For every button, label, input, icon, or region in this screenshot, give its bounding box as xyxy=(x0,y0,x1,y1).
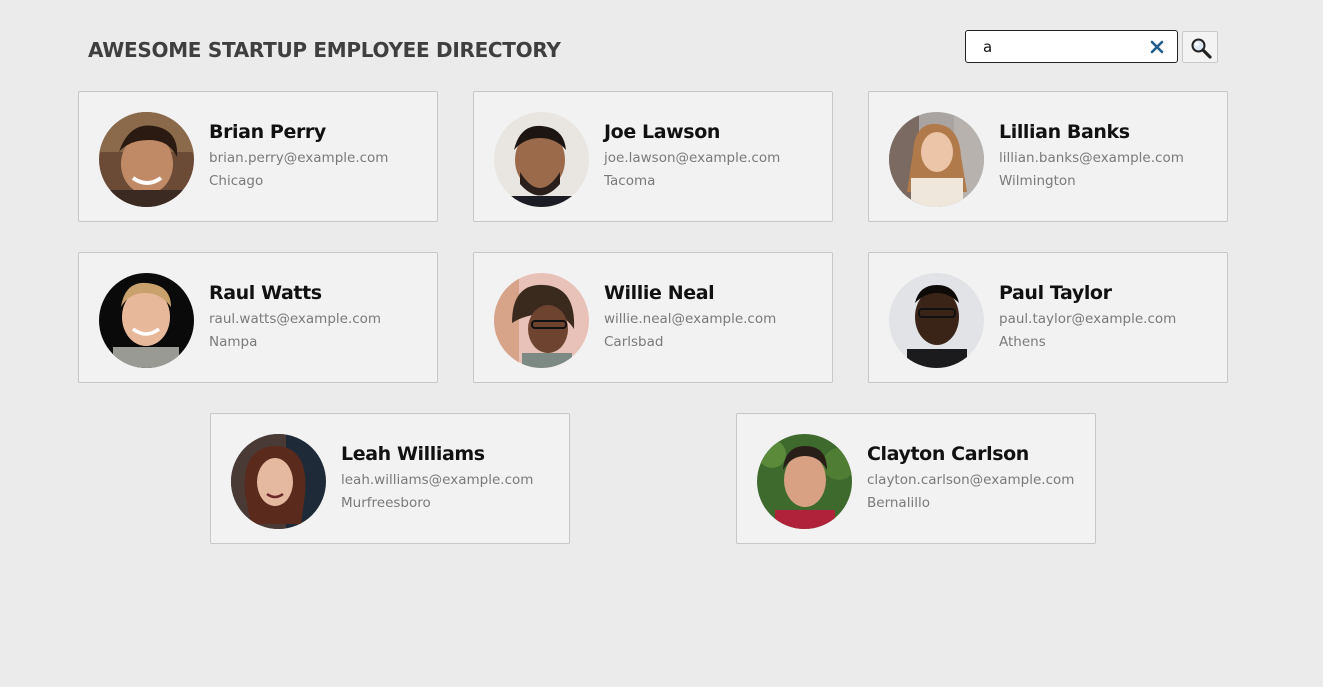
employee-card[interactable]: Lillian Banks lillian.banks@example.com … xyxy=(868,91,1228,222)
avatar xyxy=(231,434,326,529)
employee-name: Joe Lawson xyxy=(604,121,720,143)
employee-city: Carlsbad xyxy=(604,334,664,350)
employee-name: Paul Taylor xyxy=(999,282,1112,304)
employee-email: leah.williams@example.com xyxy=(341,472,534,488)
avatar xyxy=(494,273,589,368)
employee-city: Chicago xyxy=(209,173,264,189)
employee-card[interactable]: Raul Watts raul.watts@example.com Nampa xyxy=(78,252,438,383)
employee-email: willie.neal@example.com xyxy=(604,311,777,327)
employee-city: Tacoma xyxy=(604,173,656,189)
close-icon xyxy=(1150,40,1164,54)
employee-card[interactable]: Brian Perry brian.perry@example.com Chic… xyxy=(78,91,438,222)
employee-city: Wilmington xyxy=(999,173,1076,189)
employee-city: Nampa xyxy=(209,334,258,350)
avatar xyxy=(889,273,984,368)
employee-email: joe.lawson@example.com xyxy=(604,150,781,166)
search-button[interactable] xyxy=(1182,31,1218,63)
employee-email: paul.taylor@example.com xyxy=(999,311,1177,327)
employee-name: Willie Neal xyxy=(604,282,715,304)
search-box xyxy=(965,30,1178,63)
employee-card[interactable]: Joe Lawson joe.lawson@example.com Tacoma xyxy=(473,91,833,222)
employee-name: Leah Williams xyxy=(341,443,485,465)
avatar xyxy=(889,112,984,207)
employee-city: Murfreesboro xyxy=(341,495,431,511)
employee-name: Lillian Banks xyxy=(999,121,1130,143)
employee-email: raul.watts@example.com xyxy=(209,311,382,327)
search-input[interactable] xyxy=(966,31,1141,62)
avatar xyxy=(757,434,852,529)
page-title: AWESOME STARTUP EMPLOYEE DIRECTORY xyxy=(88,38,561,62)
employee-name: Clayton Carlson xyxy=(867,443,1029,465)
employee-card[interactable]: Leah Williams leah.williams@example.com … xyxy=(210,413,570,544)
employee-card[interactable]: Clayton Carlson clayton.carlson@example.… xyxy=(736,413,1096,544)
employee-city: Athens xyxy=(999,334,1046,350)
magnifier-icon xyxy=(1191,38,1212,59)
avatar xyxy=(494,112,589,207)
avatar xyxy=(99,273,194,368)
avatar xyxy=(99,112,194,207)
employee-card[interactable]: Paul Taylor paul.taylor@example.com Athe… xyxy=(868,252,1228,383)
employee-email: brian.perry@example.com xyxy=(209,150,389,166)
clear-search-button[interactable] xyxy=(1147,37,1167,57)
employee-email: clayton.carlson@example.com xyxy=(867,472,1075,488)
employee-email: lillian.banks@example.com xyxy=(999,150,1184,166)
employee-name: Raul Watts xyxy=(209,282,322,304)
employee-name: Brian Perry xyxy=(209,121,326,143)
employee-city: Bernalillo xyxy=(867,495,930,511)
employee-card[interactable]: Willie Neal willie.neal@example.com Carl… xyxy=(473,252,833,383)
